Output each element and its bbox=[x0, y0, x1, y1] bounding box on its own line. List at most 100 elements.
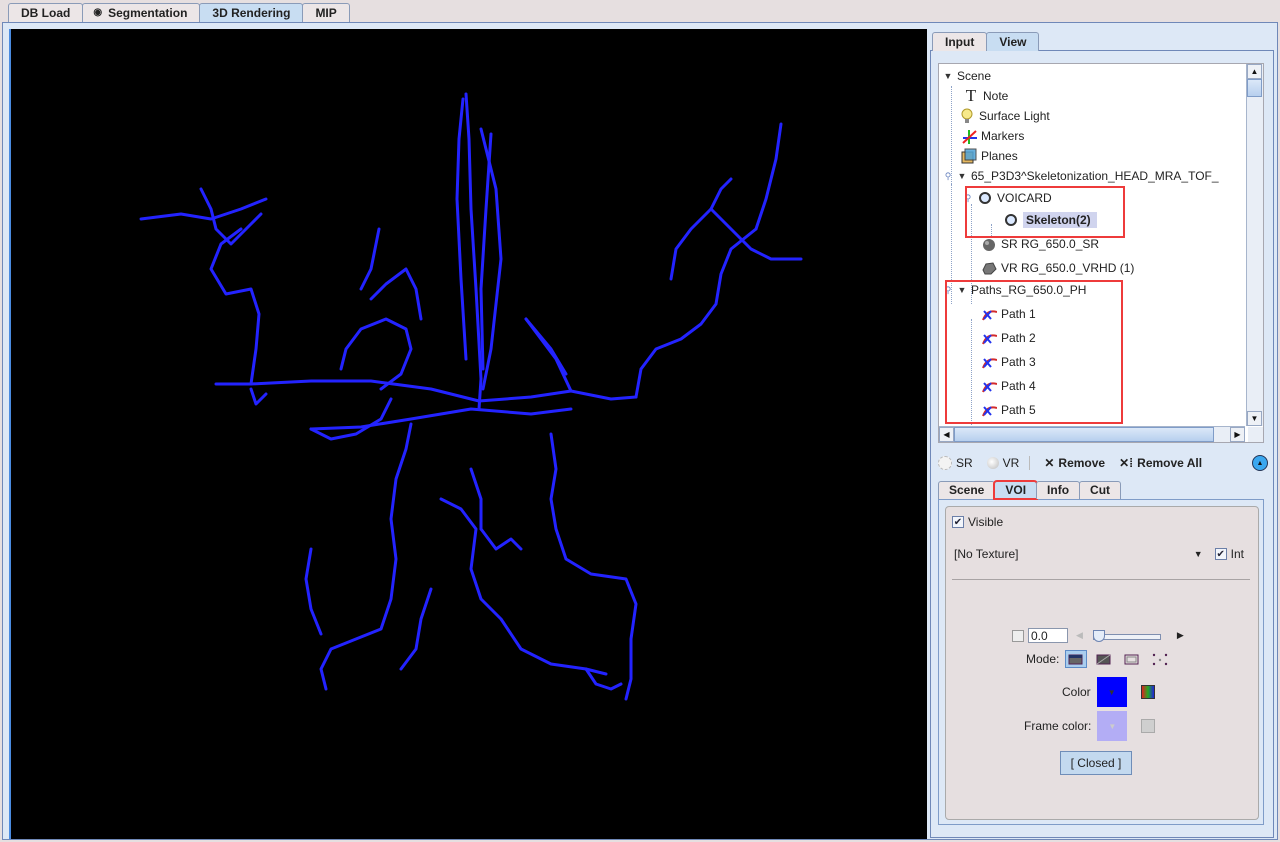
node-label: Surface Light bbox=[979, 109, 1050, 123]
3d-viewport[interactable] bbox=[9, 29, 927, 839]
visible-checkbox[interactable]: ✔ bbox=[952, 516, 964, 528]
scroll-right-button[interactable]: ▶ bbox=[1230, 427, 1245, 442]
transparency-slider[interactable] bbox=[1092, 629, 1161, 642]
volume-render-icon bbox=[981, 260, 997, 276]
sr-button[interactable]: SR bbox=[938, 456, 973, 470]
node-label: Path 1 bbox=[1001, 307, 1036, 321]
handle-icon: ⚲ bbox=[944, 284, 952, 295]
solid-mode-button[interactable] bbox=[1065, 650, 1088, 668]
frame-color-swatch[interactable]: ▼ bbox=[1097, 711, 1128, 741]
scroll-thumb[interactable] bbox=[1247, 79, 1262, 97]
handle-icon: ⚲ bbox=[964, 192, 972, 203]
remove-all-button[interactable]: ✕⁞ Remove All bbox=[1119, 456, 1202, 470]
tree-node-voicard[interactable]: ⚲ VOICARD bbox=[963, 188, 1052, 208]
visible-label: Visible bbox=[968, 515, 1004, 529]
voi-icon bbox=[977, 190, 993, 206]
tab-db-load[interactable]: DB Load bbox=[8, 3, 84, 22]
tab-segmentation[interactable]: ◉ Segmentation bbox=[82, 3, 201, 22]
tab-label: Cut bbox=[1090, 483, 1111, 497]
surface-render-icon bbox=[981, 236, 997, 252]
transparency-checkbox[interactable] bbox=[1012, 629, 1024, 642]
vessel-segment bbox=[524, 317, 573, 393]
vessel-segment bbox=[634, 227, 758, 399]
tab-3d-rendering[interactable]: 3D Rendering bbox=[199, 3, 304, 22]
dropdown-triangle-icon[interactable]: ▼ bbox=[1194, 549, 1203, 559]
vessel-segment bbox=[369, 267, 423, 321]
path-icon bbox=[981, 354, 997, 370]
tab-voi[interactable]: VOI bbox=[993, 480, 1039, 500]
tab-scene[interactable]: Scene bbox=[938, 481, 996, 499]
shaded-mode-button[interactable] bbox=[1093, 650, 1115, 668]
tab-mip[interactable]: MIP bbox=[302, 3, 350, 22]
node-label: Planes bbox=[981, 149, 1018, 163]
voi-tab-frame: ✔ Visible [No Texture] ▼ ✔ Int 0.0 ◀ ▶ M… bbox=[938, 499, 1264, 825]
tree-node-scene[interactable]: ▼ Scene bbox=[943, 66, 992, 86]
remove-all-icon: ✕⁞ bbox=[1119, 456, 1134, 470]
slider-knob[interactable] bbox=[1092, 629, 1105, 642]
tree-node-vr[interactable]: VR RG_650.0_VRHD (1) bbox=[981, 258, 1134, 278]
planes-cube-icon bbox=[961, 148, 977, 164]
scene-tree[interactable]: ▼ Scene T Note Surface Light Markers Plane… bbox=[939, 64, 1245, 426]
frame-color-row: Frame color: ▼ bbox=[1024, 711, 1156, 741]
light-bulb-icon bbox=[959, 108, 975, 124]
tab-input[interactable]: Input bbox=[932, 32, 988, 51]
tree-node-path-4[interactable]: Path 4 bbox=[981, 376, 1036, 396]
slider-left-arrow-icon[interactable]: ◀ bbox=[1076, 630, 1083, 641]
scroll-down-button[interactable]: ▼ bbox=[1247, 411, 1262, 426]
tree-node-markers[interactable]: Markers bbox=[961, 126, 1024, 146]
transparency-input[interactable]: 0.0 bbox=[1028, 628, 1068, 643]
button-label: Remove All bbox=[1137, 456, 1203, 470]
expand-triangle-icon[interactable]: ▼ bbox=[957, 285, 967, 295]
tree-node-sr[interactable]: SR RG_650.0_SR bbox=[981, 234, 1099, 254]
tree-node-paths[interactable]: ⚲ ▼ Paths_RG_650.0_PH bbox=[943, 280, 1087, 300]
node-label: Path 2 bbox=[1001, 331, 1036, 345]
tree-node-planes[interactable]: Planes bbox=[961, 146, 1018, 166]
tab-label: Segmentation bbox=[108, 6, 188, 20]
scene-tree-panel: ▼ Scene T Note Surface Light Markers Plane… bbox=[938, 63, 1264, 443]
scroll-left-button[interactable]: ◀ bbox=[939, 427, 954, 442]
tree-node-path-2[interactable]: Path 2 bbox=[981, 328, 1036, 348]
frame-color-picker-icon[interactable] bbox=[1141, 719, 1156, 733]
visible-row: ✔ Visible bbox=[952, 515, 1003, 529]
tree-node-path-3[interactable]: Path 3 bbox=[981, 352, 1036, 372]
scroll-up-button[interactable]: ▲ bbox=[1247, 64, 1262, 79]
voi-icon bbox=[1003, 212, 1019, 228]
tree-node-note[interactable]: T Note bbox=[963, 86, 1009, 106]
expand-triangle-icon[interactable]: ▼ bbox=[957, 171, 967, 181]
mode-label: Mode: bbox=[1026, 652, 1060, 666]
vr-button[interactable]: VR bbox=[986, 456, 1031, 470]
collapse-up-button[interactable]: ▲ bbox=[1252, 455, 1268, 471]
tab-view[interactable]: View bbox=[986, 32, 1040, 51]
vessel-segment bbox=[304, 547, 323, 636]
vessel-segment bbox=[399, 587, 433, 671]
tree-horizontal-scrollbar[interactable]: ◀ ▶ bbox=[939, 426, 1245, 442]
tree-node-path-5[interactable]: Path 5 bbox=[981, 400, 1036, 420]
tree-node-path-1[interactable]: Path 1 bbox=[981, 304, 1036, 324]
remove-button[interactable]: ✕ Remove bbox=[1044, 456, 1105, 470]
lower-tabs: Scene VOI Info Cut bbox=[938, 480, 1122, 500]
tree-node-skeleton[interactable]: Skeleton(2) bbox=[1003, 210, 1097, 230]
tab-cut[interactable]: Cut bbox=[1079, 481, 1122, 499]
int-checkbox[interactable]: ✔ bbox=[1214, 548, 1227, 560]
tree-vertical-scrollbar[interactable]: ▲ ▼ bbox=[1246, 64, 1263, 426]
node-label: Paths_RG_650.0_PH bbox=[971, 283, 1087, 297]
points-mode-button[interactable] bbox=[1149, 650, 1171, 668]
color-spectrum-icon[interactable] bbox=[1140, 685, 1155, 699]
texture-select[interactable]: [No Texture] bbox=[954, 547, 1190, 561]
path-icon bbox=[981, 330, 997, 346]
tab-label: Scene bbox=[949, 483, 985, 497]
tree-node-surface-light[interactable]: Surface Light bbox=[959, 106, 1050, 126]
tab-info[interactable]: Info bbox=[1036, 481, 1081, 499]
vessel-segment bbox=[139, 197, 268, 221]
wireframe-mode-button[interactable] bbox=[1121, 650, 1143, 668]
color-row: Color ▼ bbox=[1062, 677, 1155, 707]
slider-right-arrow-icon[interactable]: ▶ bbox=[1177, 630, 1184, 641]
closed-button[interactable]: [ Closed ] bbox=[1060, 751, 1132, 775]
vr-sphere-icon bbox=[986, 457, 999, 469]
scroll-thumb[interactable] bbox=[954, 427, 1214, 442]
vessel-segment bbox=[455, 97, 468, 361]
markers-axes-icon bbox=[961, 128, 977, 144]
expand-triangle-icon[interactable]: ▼ bbox=[943, 71, 953, 81]
color-swatch[interactable]: ▼ bbox=[1096, 677, 1127, 707]
tree-node-dataset[interactable]: ⚲ ▼ 65_P3D3^Skeletonization_HEAD_MRA_TOF_ bbox=[943, 166, 1219, 186]
